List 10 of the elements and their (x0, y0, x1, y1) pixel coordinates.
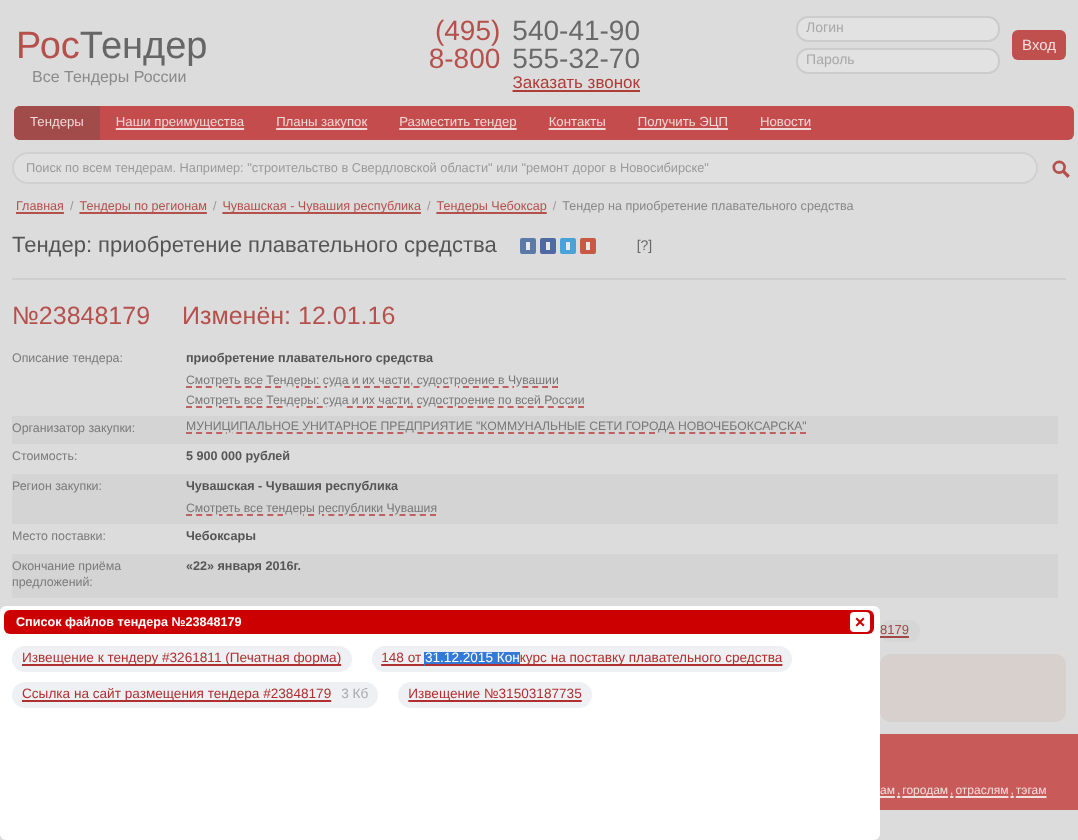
changed-date: Изменён: 12.01.16 (182, 302, 396, 330)
logo-tagline: Все Тендеры России (32, 68, 189, 86)
phone-number: 8-800 555-32-70 (428, 44, 640, 72)
page-title: Тендер: приобретение плавательного средства (12, 234, 497, 258)
search-icon[interactable] (1052, 159, 1070, 177)
close-button[interactable]: × (850, 612, 870, 632)
phone-number: (495) 540-41-90 (434, 16, 640, 44)
logo[interactable]: РосТендер (16, 28, 416, 68)
callback-link[interactable]: Заказать звонок (512, 72, 640, 92)
tender-number: №23848179 (12, 302, 151, 330)
